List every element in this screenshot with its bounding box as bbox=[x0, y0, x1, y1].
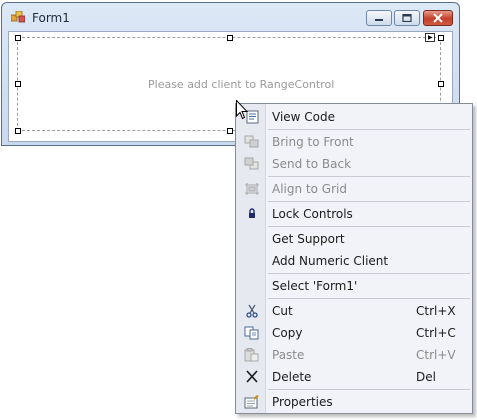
menu-item-label: Select 'Form1' bbox=[272, 279, 358, 293]
menu-item-bring-to-front[interactable]: Bring to Front bbox=[236, 131, 472, 153]
menu-item-label: Copy bbox=[272, 326, 303, 340]
menu-item-label: View Code bbox=[272, 110, 336, 124]
window-title: Form1 bbox=[32, 11, 70, 25]
menu-separator bbox=[268, 389, 470, 390]
resize-handle-middle-left[interactable] bbox=[15, 81, 21, 87]
close-button[interactable] bbox=[423, 10, 453, 26]
menu-item-shortcut: Ctrl+X bbox=[416, 304, 456, 318]
menu-separator bbox=[268, 201, 470, 202]
send-to-back-icon bbox=[244, 157, 259, 170]
delete-icon bbox=[246, 370, 258, 383]
minimize-button[interactable] bbox=[366, 10, 392, 26]
menu-item-label: Align to Grid bbox=[272, 182, 347, 196]
mouse-cursor-icon bbox=[236, 100, 248, 120]
menu-item-delete[interactable]: Delete Del bbox=[236, 366, 472, 388]
menu-item-cut[interactable]: Cut Ctrl+X bbox=[236, 300, 472, 322]
smart-tag-button[interactable]: ▶ bbox=[425, 33, 435, 42]
form-icon bbox=[11, 11, 25, 23]
menu-item-add-numeric-client[interactable]: Add Numeric Client bbox=[236, 250, 472, 272]
resize-handle-bottom-center[interactable] bbox=[227, 128, 233, 134]
menu-item-label: Get Support bbox=[272, 232, 345, 246]
copy-icon bbox=[244, 326, 259, 340]
menu-item-label: Lock Controls bbox=[272, 207, 353, 221]
resize-handle-bottom-left[interactable] bbox=[15, 128, 21, 134]
menu-item-lock-controls[interactable]: Lock Controls bbox=[236, 203, 472, 225]
menu-item-label: Paste bbox=[272, 348, 305, 362]
menu-item-select-form[interactable]: Select 'Form1' bbox=[236, 275, 472, 297]
menu-item-get-support[interactable]: Get Support bbox=[236, 228, 472, 250]
menu-item-paste[interactable]: Paste Ctrl+V bbox=[236, 344, 472, 366]
menu-item-label: Cut bbox=[272, 304, 293, 318]
menu-item-send-to-back[interactable]: Send to Back bbox=[236, 153, 472, 175]
menu-item-shortcut: Ctrl+C bbox=[416, 326, 456, 340]
resize-handle-top-left[interactable] bbox=[15, 35, 21, 41]
menu-item-label: Add Numeric Client bbox=[272, 254, 389, 268]
close-icon bbox=[433, 13, 443, 23]
range-control-placeholder: Please add client to RangeControl bbox=[148, 78, 335, 91]
menu-item-align-to-grid[interactable]: Align to Grid bbox=[236, 178, 472, 200]
align-to-grid-icon bbox=[245, 183, 259, 195]
menu-separator bbox=[268, 298, 470, 299]
menu-separator bbox=[268, 129, 470, 130]
bring-to-front-icon bbox=[244, 135, 259, 148]
title-bar[interactable]: Form1 bbox=[2, 3, 459, 31]
menu-item-label: Send to Back bbox=[272, 157, 352, 171]
maximize-icon bbox=[402, 14, 412, 22]
menu-separator bbox=[268, 273, 470, 274]
resize-handle-middle-right[interactable] bbox=[438, 81, 444, 87]
menu-separator bbox=[268, 176, 470, 177]
menu-item-shortcut: Del bbox=[416, 370, 436, 384]
maximize-button[interactable] bbox=[394, 10, 420, 26]
minimize-icon bbox=[375, 19, 383, 21]
context-menu: View Code Bring to Front Send to Back Al… bbox=[235, 103, 473, 414]
menu-separator bbox=[268, 226, 470, 227]
menu-item-view-code[interactable]: View Code bbox=[236, 106, 472, 128]
resize-handle-top-center[interactable] bbox=[227, 35, 233, 41]
cut-icon bbox=[246, 304, 258, 318]
properties-icon bbox=[244, 395, 259, 409]
menu-item-label: Delete bbox=[272, 370, 312, 384]
menu-item-copy[interactable]: Copy Ctrl+C bbox=[236, 322, 472, 344]
menu-item-properties[interactable]: Properties bbox=[236, 391, 472, 413]
menu-item-shortcut: Ctrl+V bbox=[416, 348, 456, 362]
paste-icon bbox=[244, 348, 259, 362]
lock-icon bbox=[249, 208, 255, 218]
smart-tag-arrow-icon: ▶ bbox=[428, 34, 433, 41]
menu-item-label: Bring to Front bbox=[272, 135, 354, 149]
resize-handle-top-right[interactable] bbox=[438, 35, 444, 41]
menu-item-label: Properties bbox=[272, 395, 333, 409]
